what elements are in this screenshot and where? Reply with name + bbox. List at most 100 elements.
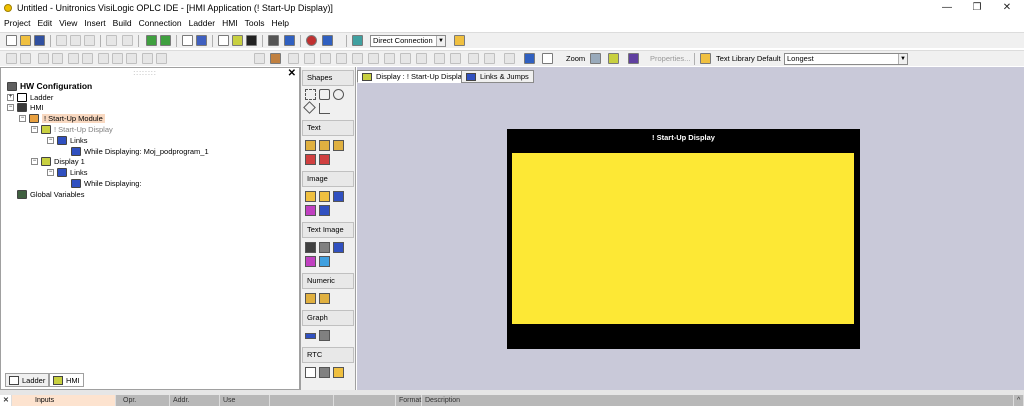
text-image-frame-tool-icon[interactable] [319, 256, 330, 267]
insert-row-icon[interactable] [368, 53, 379, 64]
palette-section-numeric[interactable]: Numeric [302, 273, 354, 289]
space-evenly-icon[interactable] [98, 53, 109, 64]
text-tool-icon[interactable] [305, 140, 316, 151]
hash-text-tool-icon[interactable] [305, 154, 316, 165]
align-top-icon[interactable] [38, 53, 49, 64]
expand-icon[interactable]: + [7, 94, 14, 101]
tab-display[interactable]: Display : ! Start-Up Display [357, 70, 471, 83]
tab-hmi[interactable]: HMI [49, 373, 84, 387]
tree-item-hw-configuration[interactable]: HW Configuration [7, 81, 92, 91]
rectangle-tool-icon[interactable] [305, 89, 316, 100]
properties-button[interactable]: Properties... [650, 54, 690, 63]
layer-icon[interactable] [320, 53, 331, 64]
menu-view[interactable]: View [59, 18, 77, 28]
data-table-icon[interactable] [246, 35, 257, 46]
flip-v-icon[interactable] [484, 53, 495, 64]
font-icon[interactable] [542, 53, 553, 64]
find-binoculars-icon[interactable] [268, 35, 279, 46]
inputs-field[interactable]: Inputs [12, 395, 116, 406]
menu-hmi[interactable]: HMI [222, 18, 238, 28]
menu-project[interactable]: Project [4, 18, 30, 28]
rounded-rect-tool-icon[interactable] [319, 89, 330, 100]
plc-info-icon[interactable] [454, 35, 465, 46]
menu-ladder[interactable]: Ladder [189, 18, 215, 28]
align-left-icon[interactable] [6, 53, 17, 64]
collapse-icon[interactable]: − [31, 158, 38, 165]
send-back-icon[interactable] [126, 53, 137, 64]
back-arrow-icon[interactable] [146, 35, 157, 46]
panel-grip[interactable]: :::::::: [1, 70, 289, 77]
palette-section-rtc[interactable]: RTC [302, 347, 354, 363]
text-image-var-tool-icon[interactable] [319, 242, 330, 253]
tree-item-global-variables[interactable]: Global Variables [17, 190, 84, 199]
align-right-icon[interactable] [20, 53, 31, 64]
image-move-tool-icon[interactable] [319, 205, 330, 216]
image-var-tool-icon[interactable] [319, 191, 330, 202]
restore-button[interactable]: ❐ [962, 1, 992, 15]
close-panel-icon[interactable]: ✕ [288, 68, 296, 79]
edit-icon[interactable] [628, 53, 639, 64]
clock-tool-icon[interactable] [319, 367, 330, 378]
same-size-icon[interactable] [82, 53, 93, 64]
chevron-down-icon[interactable]: ▼ [898, 54, 907, 64]
cut-icon[interactable] [56, 35, 67, 46]
tree-item-while-displaying[interactable]: While Displaying: Moj_podprogram_1 [71, 147, 209, 156]
text-library-select[interactable]: Longest ▼ [784, 53, 908, 65]
menu-help[interactable]: Help [272, 18, 289, 28]
tab-links-jumps[interactable]: Links & Jumps [461, 70, 534, 83]
diamond-tool-icon[interactable] [303, 101, 316, 114]
move-icon[interactable] [434, 53, 445, 64]
screen-content-area[interactable] [512, 153, 854, 324]
text-list-tool-icon[interactable] [333, 140, 344, 151]
ladder-view-icon[interactable] [218, 35, 229, 46]
stop-icon[interactable] [306, 35, 317, 46]
hmi-screen-preview[interactable]: ! Start-Up Display [507, 129, 860, 349]
collapse-icon[interactable]: − [47, 137, 54, 144]
palette-section-text[interactable]: Text [302, 120, 354, 136]
flip-h-icon[interactable] [468, 53, 479, 64]
tab-ladder[interactable]: Ladder [5, 373, 50, 387]
binoculars-icon[interactable] [270, 395, 334, 406]
communication-icon[interactable] [352, 35, 363, 46]
collapse-icon[interactable]: − [47, 169, 54, 176]
close-bar-icon[interactable]: ✕ [0, 395, 12, 406]
forward-arrow-icon[interactable] [160, 35, 171, 46]
align-bottom-icon[interactable] [52, 53, 63, 64]
numeric-tool-icon[interactable] [305, 293, 316, 304]
tools-icon[interactable] [504, 53, 515, 64]
text-var-tool-icon[interactable] [319, 140, 330, 151]
snap-icon[interactable] [304, 53, 315, 64]
tree-item-startup-module[interactable]: − ! Start-Up Module [19, 114, 105, 123]
undo-icon[interactable] [122, 35, 133, 46]
align-center-icon[interactable] [68, 53, 79, 64]
trend-graph-tool-icon[interactable] [319, 330, 330, 341]
ellipse-tool-icon[interactable] [333, 89, 344, 100]
text-image-bind-tool-icon[interactable] [305, 256, 316, 267]
group-icon[interactable] [142, 53, 153, 64]
collapse-icon[interactable]: − [19, 115, 26, 122]
tree-item-while-displaying[interactable]: While Displaying: [71, 179, 142, 188]
chevron-down-icon[interactable]: ▼ [436, 36, 445, 46]
bar-graph-tool-icon[interactable] [305, 333, 316, 339]
numeric-var-tool-icon[interactable] [319, 293, 330, 304]
image-bind-tool-icon[interactable] [305, 205, 316, 216]
split-icon[interactable] [416, 53, 427, 64]
paste-icon[interactable] [84, 35, 95, 46]
menu-edit[interactable]: Edit [37, 18, 52, 28]
hmi-view-icon[interactable] [196, 35, 207, 46]
text-image-tool-icon[interactable] [305, 242, 316, 253]
paint-icon[interactable] [270, 53, 281, 64]
line-tool-icon[interactable] [319, 103, 330, 114]
tree-item-startup-display[interactable]: − ! Start-Up Display [31, 125, 113, 134]
rtc-tool-icon[interactable] [305, 367, 316, 378]
bring-front-icon[interactable] [112, 53, 123, 64]
display-props-icon[interactable] [608, 53, 619, 64]
zoom-icon[interactable] [590, 53, 601, 64]
insert-col-icon[interactable] [384, 53, 395, 64]
link-var-icon[interactable] [334, 395, 396, 406]
tree-item-links[interactable]: − Links [47, 168, 88, 177]
delete-icon[interactable] [106, 35, 117, 46]
table-icon[interactable] [352, 53, 363, 64]
tree-item-ladder[interactable]: + Ladder [7, 93, 53, 102]
tree-view-icon[interactable] [182, 35, 193, 46]
